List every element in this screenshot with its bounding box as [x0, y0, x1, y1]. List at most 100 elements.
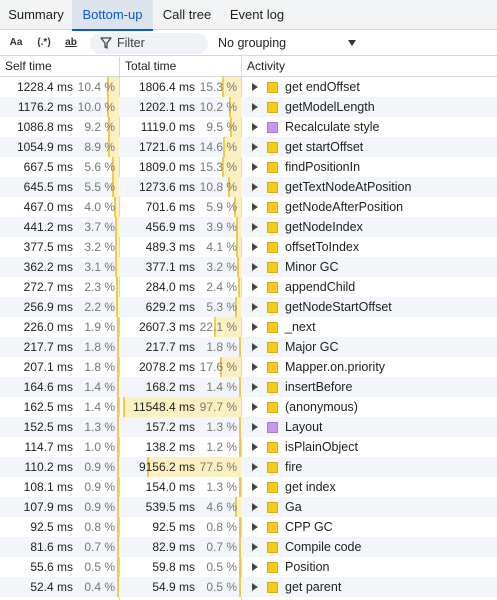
grouping-select[interactable]: No grouping	[218, 34, 358, 53]
self-time-percent: 10.4 %	[77, 80, 115, 94]
table-row[interactable]: 1228.4 ms 10.4 % 1806.4 ms 15.3 % get endOff…	[0, 77, 497, 97]
self-time-value: 114.7 ms	[24, 440, 73, 454]
expand-arrow-icon[interactable]	[252, 123, 258, 131]
total-time-value: 456.9 ms	[145, 220, 195, 234]
table-row[interactable]: 108.1 ms 0.9 % 154.0 ms 1.3 % get index	[0, 477, 497, 497]
total-time-percent: 14.6 %	[199, 140, 237, 154]
expand-arrow-icon[interactable]	[252, 283, 258, 291]
table-row[interactable]: 81.6 ms 0.7 % 82.9 ms 0.7 % Compile code	[0, 537, 497, 557]
total-time-value: 629.2 ms	[145, 300, 195, 314]
table-row[interactable]: 92.5 ms 0.8 % 92.5 ms 0.8 % CPP GC	[0, 517, 497, 537]
total-time-cell: 1809.0 ms 15.3 %	[120, 157, 241, 177]
table-row[interactable]: 52.4 ms 0.4 % 54.9 ms 0.5 % get parent	[0, 577, 497, 597]
grouping-value: No grouping	[218, 36, 287, 50]
whole-word-icon[interactable]: ab	[60, 34, 82, 52]
table-row[interactable]: 162.5 ms 1.4 % 11548.4 ms 97.7 % (anonymous)	[0, 397, 497, 417]
expand-arrow-icon[interactable]	[252, 523, 258, 531]
expand-arrow-icon[interactable]	[252, 143, 258, 151]
column-header-total-time[interactable]: Total time	[120, 57, 241, 76]
table-row[interactable]: 207.1 ms 1.8 % 2078.2 ms 17.6 % Mapper.on.pr…	[0, 357, 497, 377]
table-row[interactable]: 226.0 ms 1.9 % 2607.3 ms 22.1 % _next	[0, 317, 497, 337]
total-time-percent: 5.9 %	[206, 200, 237, 214]
self-time-bar	[117, 557, 119, 577]
total-time-percent: 10.2 %	[199, 100, 237, 114]
expand-arrow-icon[interactable]	[252, 163, 258, 171]
expand-arrow-icon[interactable]	[252, 563, 258, 571]
table-row[interactable]: 1086.8 ms 9.2 % 1119.0 ms 9.5 % Recalculate …	[0, 117, 497, 137]
activity-cell: fire	[242, 457, 497, 477]
expand-arrow-icon[interactable]	[252, 83, 258, 91]
expand-arrow-icon[interactable]	[252, 203, 258, 211]
table-row[interactable]: 152.5 ms 1.3 % 157.2 ms 1.3 % Layout	[0, 417, 497, 437]
filter-input[interactable]: Filter	[90, 33, 208, 54]
expand-arrow-icon[interactable]	[252, 103, 258, 111]
activity-name: get index	[285, 480, 336, 494]
table-row[interactable]: 1054.9 ms 8.9 % 1721.6 ms 14.6 % get startOf…	[0, 137, 497, 157]
expand-arrow-icon[interactable]	[252, 323, 258, 331]
tab-call-tree[interactable]: Call tree	[153, 0, 221, 30]
activity-name: getNodeIndex	[285, 220, 363, 234]
regex-icon[interactable]: (.*)	[32, 34, 56, 52]
expand-arrow-icon[interactable]	[252, 483, 258, 491]
column-header-activity[interactable]: Activity	[242, 57, 497, 76]
table-row[interactable]: 362.2 ms 3.1 % 377.1 ms 3.2 % Minor GC	[0, 257, 497, 277]
table-row[interactable]: 272.7 ms 2.3 % 284.0 ms 2.4 % appendChild	[0, 277, 497, 297]
category-swatch-icon	[267, 262, 278, 273]
self-time-percent: 2.2 %	[84, 300, 115, 314]
table-row[interactable]: 667.5 ms 5.6 % 1809.0 ms 15.3 % findPosition…	[0, 157, 497, 177]
total-time-bar	[239, 557, 241, 577]
self-time-bar	[117, 397, 119, 417]
expand-arrow-icon[interactable]	[252, 343, 258, 351]
total-time-cell: 2078.2 ms 17.6 %	[120, 357, 241, 377]
self-time-value: 441.2 ms	[23, 220, 73, 234]
table-row[interactable]: 467.0 ms 4.0 % 701.6 ms 5.9 % getNodeAfterPo…	[0, 197, 497, 217]
tab-summary[interactable]: Summary	[0, 0, 72, 30]
total-time-cell: 1806.4 ms 15.3 %	[120, 77, 241, 97]
table-row[interactable]: 377.5 ms 3.2 % 489.3 ms 4.1 % offsetToIndex	[0, 237, 497, 257]
total-time-percent: 15.3 %	[199, 80, 237, 94]
total-time-cell: 1273.6 ms 10.8 %	[120, 177, 241, 197]
total-time-value: 9156.2 ms	[138, 460, 195, 474]
category-swatch-icon	[267, 482, 278, 493]
self-time-cell: 162.5 ms 1.4 %	[0, 397, 119, 417]
table-row[interactable]: 441.2 ms 3.7 % 456.9 ms 3.9 % getNodeIndex	[0, 217, 497, 237]
expand-arrow-icon[interactable]	[252, 223, 258, 231]
total-time-value: 701.6 ms	[145, 200, 195, 214]
table-row[interactable]: 217.7 ms 1.8 % 217.7 ms 1.8 % Major GC	[0, 337, 497, 357]
activity-name: get parent	[285, 580, 342, 594]
expand-arrow-icon[interactable]	[252, 503, 258, 511]
total-time-value: 1809.0 ms	[138, 160, 195, 174]
tab-event-log[interactable]: Event log	[221, 0, 293, 30]
self-time-bar	[116, 297, 119, 317]
expand-arrow-icon[interactable]	[252, 403, 258, 411]
table-row[interactable]: 110.2 ms 0.9 % 9156.2 ms 77.5 % fire	[0, 457, 497, 477]
table-row[interactable]: 114.7 ms 1.0 % 138.2 ms 1.2 % isPlainObject	[0, 437, 497, 457]
table-row[interactable]: 256.9 ms 2.2 % 629.2 ms 5.3 % getNodeStartOf…	[0, 297, 497, 317]
total-time-cell: 217.7 ms 1.8 %	[120, 337, 241, 357]
table-row[interactable]: 1176.2 ms 10.0 % 1202.1 ms 10.2 % getModelLe…	[0, 97, 497, 117]
total-time-percent: 17.6 %	[199, 360, 237, 374]
self-time-cell: 108.1 ms 0.9 %	[0, 477, 119, 497]
expand-arrow-icon[interactable]	[252, 183, 258, 191]
expand-arrow-icon[interactable]	[252, 303, 258, 311]
table-row[interactable]: 164.6 ms 1.4 % 168.2 ms 1.4 % insertBefore	[0, 377, 497, 397]
table-row[interactable]: 55.6 ms 0.5 % 59.8 ms 0.5 % Position	[0, 557, 497, 577]
expand-arrow-icon[interactable]	[252, 583, 258, 591]
expand-arrow-icon[interactable]	[252, 443, 258, 451]
table-row[interactable]: 107.9 ms 0.9 % 539.5 ms 4.6 % Ga	[0, 497, 497, 517]
expand-arrow-icon[interactable]	[252, 383, 258, 391]
expand-arrow-icon[interactable]	[252, 463, 258, 471]
expand-arrow-icon[interactable]	[252, 243, 258, 251]
expand-arrow-icon[interactable]	[252, 543, 258, 551]
column-header-self-time[interactable]: Self time	[0, 57, 119, 76]
expand-arrow-icon[interactable]	[252, 423, 258, 431]
tab-bottom-up[interactable]: Bottom-up	[72, 0, 153, 31]
table-header: Self time Total time Activity	[0, 57, 497, 77]
self-time-value: 52.4 ms	[30, 580, 73, 594]
match-case-icon[interactable]: Aa	[6, 34, 26, 52]
expand-arrow-icon[interactable]	[252, 363, 258, 371]
activity-name: isPlainObject	[285, 440, 358, 454]
self-time-cell: 1176.2 ms 10.0 %	[0, 97, 119, 117]
table-row[interactable]: 645.5 ms 5.5 % 1273.6 ms 10.8 % getTextNodeA…	[0, 177, 497, 197]
expand-arrow-icon[interactable]	[252, 263, 258, 271]
